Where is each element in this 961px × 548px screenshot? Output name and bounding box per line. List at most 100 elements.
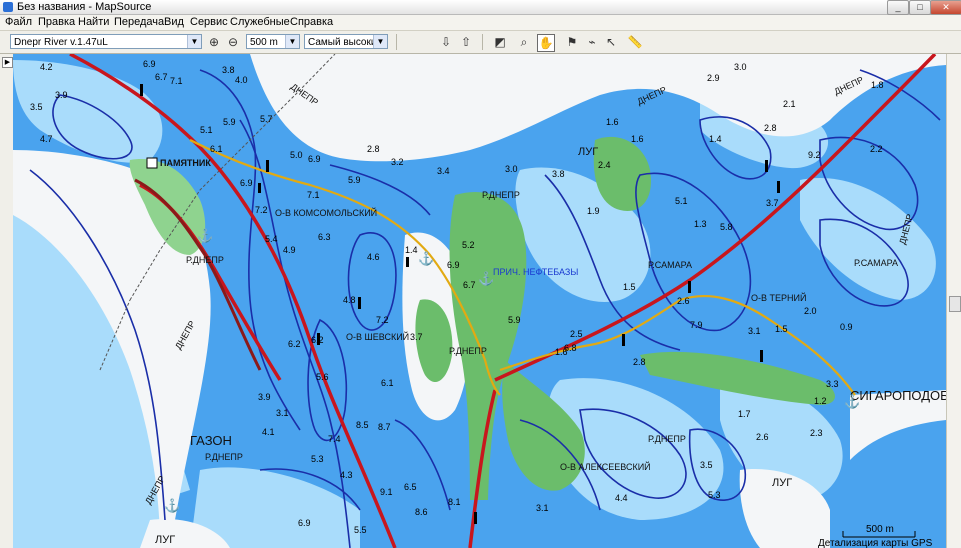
depth-sounding: 4.1 (262, 427, 275, 437)
depth-sounding: 9.1 (380, 487, 393, 497)
anchor-icon[interactable]: ⚓ (164, 498, 180, 513)
depth-sounding: 4.8 (343, 295, 356, 305)
hand-tool-icon[interactable]: ✋ (537, 34, 555, 52)
place-label: Р.ДНЕПР (205, 452, 243, 462)
zoom-level-value: 500 m (250, 37, 278, 48)
anchor-icon[interactable]: ⚓ (478, 271, 494, 286)
depth-sounding: 4.7 (40, 134, 53, 144)
place-label: ПАМЯТНИК (160, 158, 211, 168)
menu-find[interactable]: Найти (78, 15, 109, 30)
depth-sounding: 9.2 (808, 150, 821, 160)
buoy-icon (317, 333, 320, 345)
zoom-tool-icon[interactable]: ⌕ (516, 34, 532, 50)
maximize-button[interactable]: □ (909, 0, 931, 15)
menu-view[interactable]: Вид (164, 15, 184, 30)
menu-help[interactable]: Справка (290, 15, 333, 30)
detail-level-select[interactable]: Самый высокий ▼ (304, 34, 388, 49)
menu-transfer[interactable]: Передача (114, 15, 164, 30)
toolbar-separator (482, 34, 483, 50)
depth-sounding: 3.1 (748, 326, 761, 336)
depth-sounding: 3.7 (766, 198, 779, 208)
depth-sounding: 6.9 (298, 518, 311, 528)
toolbar-separator (396, 34, 397, 50)
receive-from-device-icon[interactable]: ⇩ (438, 34, 454, 50)
depth-sounding: 3.9 (258, 392, 271, 402)
depth-sounding: 2.8 (633, 357, 646, 367)
place-label: ЛУГ (155, 534, 175, 546)
place-label: ГАЗОН (190, 433, 232, 448)
place-label: ПРИЧ. НЕФТЕБАЗЫ (493, 267, 578, 277)
buoy-icon (258, 183, 261, 193)
depth-sounding: 6.9 (240, 178, 253, 188)
app-icon (3, 2, 13, 12)
depth-sounding: 2.2 (870, 144, 883, 154)
depth-sounding: 1.6 (631, 134, 644, 144)
place-label: Р.САМАРА (854, 258, 898, 268)
send-to-device-icon[interactable]: ⇧ (458, 34, 474, 50)
depth-sounding: 5.8 (720, 222, 733, 232)
depth-sounding: 5.3 (311, 454, 324, 464)
menu-file[interactable]: Файл (5, 15, 32, 30)
depth-sounding: 3.2 (391, 157, 404, 167)
depth-sounding: 6.7 (155, 72, 168, 82)
anchor-icon[interactable]: ⚓ (418, 251, 434, 266)
depth-sounding: 1.5 (623, 282, 636, 292)
chevron-down-icon: ▼ (285, 35, 299, 48)
zoom-level-select[interactable]: 500 m ▼ (246, 34, 300, 49)
depth-sounding: 6.8 (564, 343, 577, 353)
depth-sounding: 7.4 (328, 434, 341, 444)
waypoint-tool-icon[interactable]: ⚑ (564, 34, 580, 50)
depth-sounding: 6.1 (210, 144, 223, 154)
monument-icon[interactable] (146, 157, 158, 169)
place-label: О-В АЛЕКСЕЕВСКИЙ (560, 461, 651, 472)
depth-sounding: 5.9 (348, 175, 361, 185)
anchor-icon[interactable]: ⚓ (197, 228, 213, 243)
vertical-scrollbar[interactable] (946, 54, 961, 548)
chevron-down-icon: ▼ (373, 35, 387, 48)
depth-sounding: 5.0 (290, 150, 303, 160)
map-product-select[interactable]: Dnepr River v.1.47uL ▼ (10, 34, 202, 49)
depth-sounding: 5.2 (462, 240, 475, 250)
depth-sounding: 4.4 (615, 493, 628, 503)
toolbar: Dnepr River v.1.47uL ▼ ⊕ ⊖ 500 m ▼ Самый… (0, 31, 961, 54)
depth-sounding: 3.8 (552, 169, 565, 179)
buoy-icon (266, 160, 269, 172)
depth-sounding: 6.9 (143, 59, 156, 69)
close-button[interactable]: ✕ (930, 0, 961, 15)
depth-sounding: 3.1 (536, 503, 549, 513)
depth-sounding: 7.9 (690, 320, 703, 330)
zoom-out-icon[interactable]: ⊖ (225, 34, 241, 50)
depth-sounding: 5.7 (260, 114, 273, 124)
depth-sounding: 3.1 (276, 408, 289, 418)
depth-sounding: 2.4 (598, 160, 611, 170)
place-label: О-В ТЕРНИЙ (751, 292, 806, 303)
measure-tool-icon[interactable]: 📏 (627, 34, 643, 50)
minimize-button[interactable]: _ (887, 0, 909, 15)
depth-sounding: 6.7 (463, 280, 476, 290)
depth-sounding: 5.9 (508, 315, 521, 325)
depth-sounding: 5.4 (265, 234, 278, 244)
depth-sounding: 4.0 (235, 75, 248, 85)
map-tool-icon[interactable]: ◩ (492, 34, 508, 50)
menu-utilities[interactable]: Служебные (230, 15, 290, 30)
place-label: О-В ШЕВСКИЙ (346, 331, 409, 342)
place-label: О-В КОМСОМОЛЬСКИЙ (275, 207, 377, 218)
depth-sounding: 8.1 (448, 497, 461, 507)
menu-edit[interactable]: Правка (38, 15, 75, 30)
depth-sounding: 3.0 (734, 62, 747, 72)
scrollbar-thumb[interactable] (949, 296, 961, 312)
depth-sounding: 2.6 (677, 296, 690, 306)
zoom-in-icon[interactable]: ⊕ (206, 34, 222, 50)
menu-tools[interactable]: Сервис (190, 15, 228, 30)
depth-sounding: 1.4 (405, 245, 418, 255)
place-label: Р.ДНЕПР (648, 434, 686, 444)
select-tool-icon[interactable]: ↖ (603, 34, 619, 50)
buoy-icon (358, 297, 361, 309)
buoy-icon (140, 84, 143, 96)
route-tool-icon[interactable]: ⌁ (584, 34, 600, 50)
depth-sounding: 6.2 (288, 339, 301, 349)
anchor-icon[interactable]: ⚓ (844, 394, 860, 409)
depth-sounding: 7.2 (255, 205, 268, 215)
depth-sounding: 3.3 (826, 379, 839, 389)
map-canvas[interactable]: 4.2 3.9 3.5 4.7 6.9 6.7 7.1 3.8 4.0 5.1 … (0, 54, 961, 548)
